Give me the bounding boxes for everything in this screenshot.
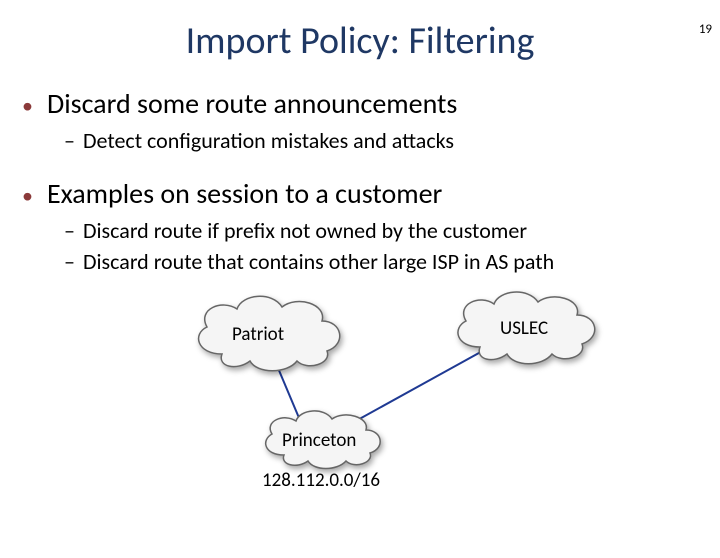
- dash-marker: –: [64, 217, 75, 244]
- bullet-2-sub-2: – Discard route that contains other larg…: [64, 248, 700, 275]
- dash-marker: –: [64, 248, 75, 275]
- slide-title: Import Policy: Filtering: [0, 18, 720, 64]
- bullet-2-sub-2-text: Discard route that contains other large …: [83, 248, 554, 275]
- cloud-left-label: Patriot: [232, 323, 284, 346]
- bullet-2: • Examples on session to a customer: [22, 176, 700, 211]
- bullet-2-sub-1: – Discard route if prefix not owned by t…: [64, 217, 700, 244]
- bullet-marker: •: [22, 183, 33, 209]
- content-area: • Discard some route announcements – Det…: [0, 86, 720, 493]
- bullet-2-sub-1-text: Discard route if prefix not owned by the…: [83, 217, 527, 244]
- bullet-2-text: Examples on session to a customer: [47, 176, 442, 211]
- dash-marker: –: [64, 127, 75, 154]
- bullet-1: • Discard some route announcements: [22, 86, 700, 121]
- bullet-1-sub-1: – Detect configuration mistakes and atta…: [64, 127, 700, 154]
- bullet-1-text: Discard some route announcements: [47, 86, 457, 121]
- bullet-1-sub-1-text: Detect configuration mistakes and attack…: [83, 127, 454, 154]
- bullet-marker: •: [22, 93, 33, 119]
- page-number: 19: [699, 22, 712, 37]
- cloud-bottom-label: Princeton: [282, 429, 356, 452]
- network-diagram: Patriot USLEC Princeton 128.112.0.0/16: [22, 283, 700, 493]
- prefix-label: 128.112.0.0/16: [262, 469, 380, 492]
- cloud-right-label: USLEC: [500, 317, 548, 340]
